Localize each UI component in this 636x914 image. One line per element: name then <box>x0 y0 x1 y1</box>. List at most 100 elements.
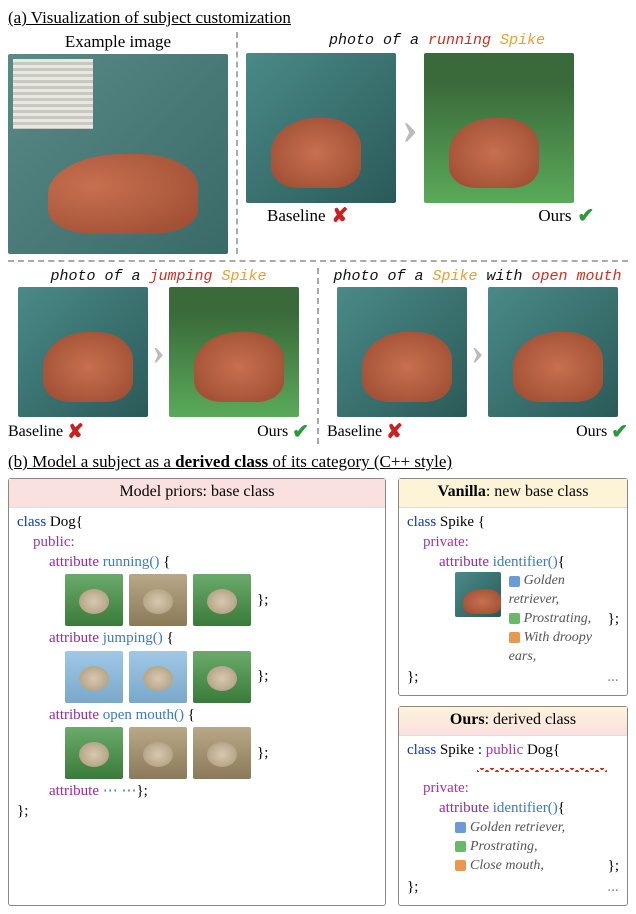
line: attribute running() { <box>17 552 377 572</box>
colon: : <box>478 742 486 758</box>
vanilla-header: Vanilla: new base class <box>399 479 627 508</box>
private-kw: private: <box>407 778 619 798</box>
line: };... <box>407 667 619 687</box>
baseline-caption: Baseline✘ <box>246 203 369 228</box>
tiny-thumb <box>65 574 123 626</box>
chevron-icon: › <box>471 330 484 374</box>
baseline-label: Baseline <box>327 423 382 441</box>
top-area: Example image photo of a running Spike ›… <box>8 32 628 254</box>
prompt-attr: open mouth <box>532 268 622 285</box>
attr-item: Golden retriever, <box>509 572 604 610</box>
ours-label: Ours <box>257 423 288 441</box>
chevron-icon: › <box>152 330 165 374</box>
example-image <box>8 54 228 254</box>
attr-kw: attribute <box>49 783 103 799</box>
section-b-prefix: (b) Model a subject as a <box>8 452 175 471</box>
brace-close: }; <box>257 666 268 686</box>
thumb-row: }; <box>17 574 377 626</box>
baseline-image <box>337 287 467 417</box>
public-kw: public: <box>17 532 377 552</box>
line: };... <box>407 877 619 897</box>
attr-kw: attribute <box>439 800 493 816</box>
prompt-attr: jumping <box>150 268 222 285</box>
class-name: Dog <box>50 514 76 530</box>
fn-openmouth: open mouth() <box>103 707 184 723</box>
attr-item: Close mouth, <box>407 857 544 876</box>
caption-pair: Baseline✘ Ours✔ <box>8 419 309 444</box>
tiny-thumb <box>129 727 187 779</box>
example-label: Example image <box>8 32 228 52</box>
image-pair-openmouth: › <box>327 287 628 417</box>
class-name: Spike <box>440 742 478 758</box>
baseline-caption: Baseline✘ <box>327 419 403 444</box>
caption-pair: Baseline✘ Ours✔ <box>327 419 628 444</box>
brace-close: }; <box>407 877 418 897</box>
prompt-mid: with <box>478 268 532 285</box>
code-area: Model priors: base class class Dog{ publ… <box>8 478 628 906</box>
brace: { <box>159 554 170 570</box>
brace-close: }; <box>136 783 147 799</box>
prompt-prefix: photo of a <box>333 268 432 285</box>
ellipsis: ... <box>608 667 619 687</box>
dog-shape <box>513 332 603 402</box>
identifier-thumb <box>455 572 501 617</box>
line: attribute open mouth() { <box>17 705 377 725</box>
vanilla-title-bold: Vanilla <box>438 483 486 500</box>
bullet-icon <box>509 632 520 643</box>
ours-image <box>424 53 574 203</box>
baseline-image <box>246 53 396 203</box>
line: attribute identifier(){ <box>407 552 619 572</box>
attr-text: Golden retriever, <box>470 820 565 835</box>
caption-pair: Baseline✘ Ours✔ <box>246 203 628 228</box>
attr-kw: attribute <box>49 707 103 723</box>
section-b-tail: of its category (C++ style) <box>268 452 452 471</box>
openmouth-panel: photo of a Spike with open mouth › Basel… <box>327 268 628 444</box>
attr-item: Prostrating, <box>407 838 619 857</box>
fn-identifier: identifier() <box>493 800 558 816</box>
prompt-attr: running <box>428 32 500 49</box>
tiny-thumb <box>193 727 251 779</box>
brace: { <box>558 800 565 816</box>
brace: { <box>553 742 560 758</box>
brace-close: }; <box>17 801 377 821</box>
ours-caption: Ours✔ <box>576 419 628 444</box>
prompt-openmouth: photo of a Spike with open mouth <box>327 268 628 285</box>
fn-identifier: identifier() <box>493 554 558 570</box>
dog-shape <box>449 118 539 188</box>
prompt-subject: Spike <box>432 268 477 285</box>
brace: { <box>76 514 83 530</box>
attr-item: With droopy ears, <box>509 629 604 667</box>
image-pair-running: › <box>246 53 628 203</box>
dog-shape <box>362 332 452 402</box>
bullet-icon <box>455 822 466 833</box>
kw-class: class <box>407 514 440 530</box>
vertical-divider <box>317 268 319 444</box>
prompt-subject: Spike <box>500 32 545 49</box>
tiny-thumb <box>65 651 123 703</box>
attr-kw: attribute <box>49 630 103 646</box>
private-kw: private: <box>407 532 619 552</box>
attr-kw: attribute <box>439 554 493 570</box>
ours-header: Ours: derived class <box>399 707 627 736</box>
prompt-jumping: photo of a jumping Spike <box>8 268 309 285</box>
squiggle-icon <box>477 766 607 772</box>
brace-close: }; <box>257 590 268 610</box>
window-blinds <box>13 59 93 129</box>
thumb-row: }; <box>17 651 377 703</box>
kw-class: class <box>407 742 440 758</box>
ours-image <box>169 287 299 417</box>
base-name: Dog <box>527 742 553 758</box>
prompt-running: photo of a running Spike <box>246 32 628 49</box>
brace: { <box>478 514 485 530</box>
prompt-subject: Spike <box>222 268 267 285</box>
attr-item: Prostrating, <box>509 610 604 629</box>
line: class Dog{ <box>17 512 377 532</box>
kw-class: class <box>17 514 50 530</box>
prompt-prefix: photo of a <box>50 268 149 285</box>
ours-label: Ours <box>576 423 607 441</box>
horizontal-divider <box>8 260 628 262</box>
tiny-thumb <box>193 651 251 703</box>
ours-title-bold: Ours <box>450 711 485 728</box>
squiggle-underline <box>407 758 619 778</box>
fn-jumping: jumping() <box>103 630 163 646</box>
